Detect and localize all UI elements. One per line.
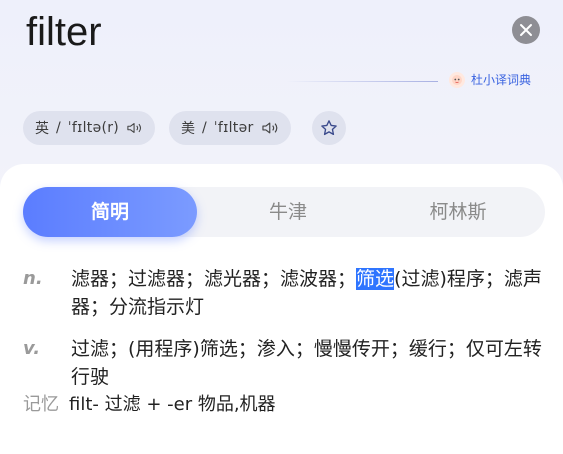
speaker-icon[interactable] [261, 121, 279, 135]
definition-text: 滤器；过滤器；滤光器；滤波器；筛选(过滤)程序；滤声器；分流指示灯 [71, 265, 543, 321]
tab-collins[interactable]: 柯林斯 [383, 187, 533, 237]
pronunciation-ipa: ˈfɪltə(r) [67, 120, 120, 136]
header-divider [286, 81, 438, 82]
selected-text[interactable]: 筛选 [356, 268, 395, 290]
pronunciation-us[interactable]: 美 / ˈfɪltər [169, 111, 291, 145]
speaker-icon[interactable] [127, 121, 143, 135]
favorite-button[interactable] [312, 111, 346, 145]
part-of-speech: v. [23, 338, 41, 359]
dictionary-brand[interactable]: 杜小译词典 [449, 71, 531, 88]
definition-text: 过滤；(用程序)筛选；渗入；慢慢传开；缓行；仅可左转行驶 [71, 338, 542, 388]
pronunciation-ipa: ˈfɪltər [213, 120, 254, 136]
dictionary-tabs: 简明 牛津 柯林斯 [23, 187, 545, 237]
close-icon [520, 24, 532, 36]
pronunciation-region: 美 [181, 121, 195, 137]
pronunciation-separator: / [56, 120, 61, 136]
brand-logo-icon [449, 71, 465, 88]
pronunciation-separator: / [202, 120, 207, 136]
memory-text: filt- 过滤 + -er 物品,机器 [69, 394, 276, 415]
pronunciation-region: 英 [35, 121, 49, 137]
star-icon [321, 120, 337, 136]
brand-name: 杜小译词典 [471, 73, 532, 87]
memory-label: 记忆 [23, 394, 59, 415]
definition-noun: n. 滤器；过滤器；滤光器；滤波器；筛选(过滤)程序；滤声器；分流指示灯 [23, 265, 543, 321]
close-button[interactable] [512, 16, 540, 44]
memory-tip: 记忆 filt- 过滤 + -er 物品,机器 [23, 392, 276, 418]
tab-oxford[interactable]: 牛津 [213, 187, 363, 237]
headword: filter [26, 10, 102, 54]
pronunciation-uk[interactable]: 英 / ˈfɪltə(r) [23, 111, 155, 145]
part-of-speech: n. [23, 268, 43, 289]
tab-concise[interactable]: 简明 [23, 187, 197, 237]
definition-text-part: 滤器；过滤器；滤光器；滤波器； [71, 268, 357, 290]
definition-verb: v. 过滤；(用程序)筛选；渗入；慢慢传开；缓行；仅可左转行驶 [23, 335, 543, 391]
